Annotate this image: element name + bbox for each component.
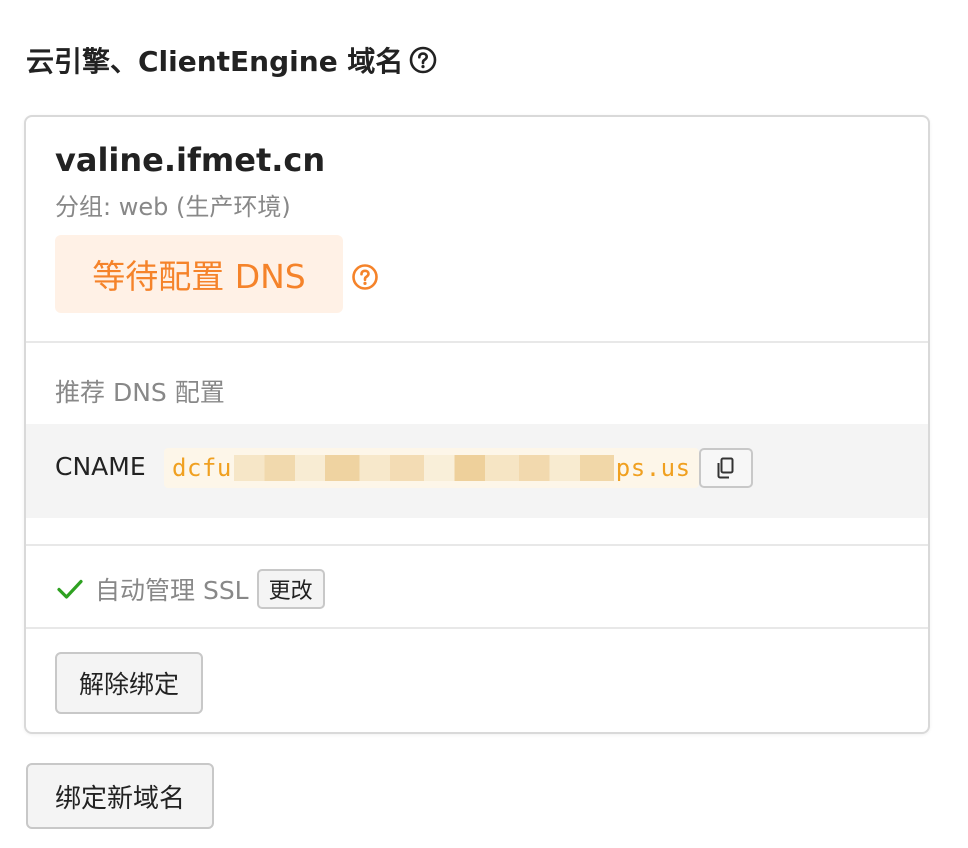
- ssl-row: 自动管理 SSL 更改: [55, 567, 325, 611]
- record-value-prefix: dcfu: [172, 454, 232, 482]
- question-circle-icon[interactable]: [351, 263, 379, 291]
- record-value-suffix: ps.us: [615, 454, 691, 482]
- divider: [26, 341, 928, 343]
- record-value[interactable]: dcfu ps.us: [164, 448, 699, 488]
- question-circle-icon[interactable]: [409, 46, 437, 74]
- group-label: 分组: web (生产环境): [55, 193, 291, 221]
- redacted-block: [233, 455, 614, 481]
- recommended-dns-title: 推荐 DNS 配置: [55, 378, 225, 407]
- bind-new-domain-button[interactable]: 绑定新域名: [26, 763, 214, 829]
- divider: [26, 627, 928, 629]
- copy-icon: [717, 457, 734, 479]
- check-icon: [57, 579, 83, 599]
- dns-record-row: CNAME dcfu ps.us: [26, 424, 928, 518]
- unbind-button[interactable]: 解除绑定: [55, 652, 203, 714]
- domain-card: valine.ifmet.cn 分组: web (生产环境) 等待配置 DNS …: [24, 115, 930, 734]
- divider: [26, 544, 928, 546]
- change-ssl-button[interactable]: 更改: [256, 569, 325, 609]
- ssl-label: 自动管理 SSL: [95, 576, 249, 605]
- section-title: 云引擎、ClientEngine 域名: [26, 38, 437, 82]
- status-badge: 等待配置 DNS: [55, 235, 343, 313]
- domain-name: valine.ifmet.cn: [55, 141, 326, 179]
- copy-button[interactable]: [699, 448, 753, 488]
- section-title-text: 云引擎、ClientEngine 域名: [26, 45, 404, 78]
- record-type: CNAME: [55, 452, 146, 481]
